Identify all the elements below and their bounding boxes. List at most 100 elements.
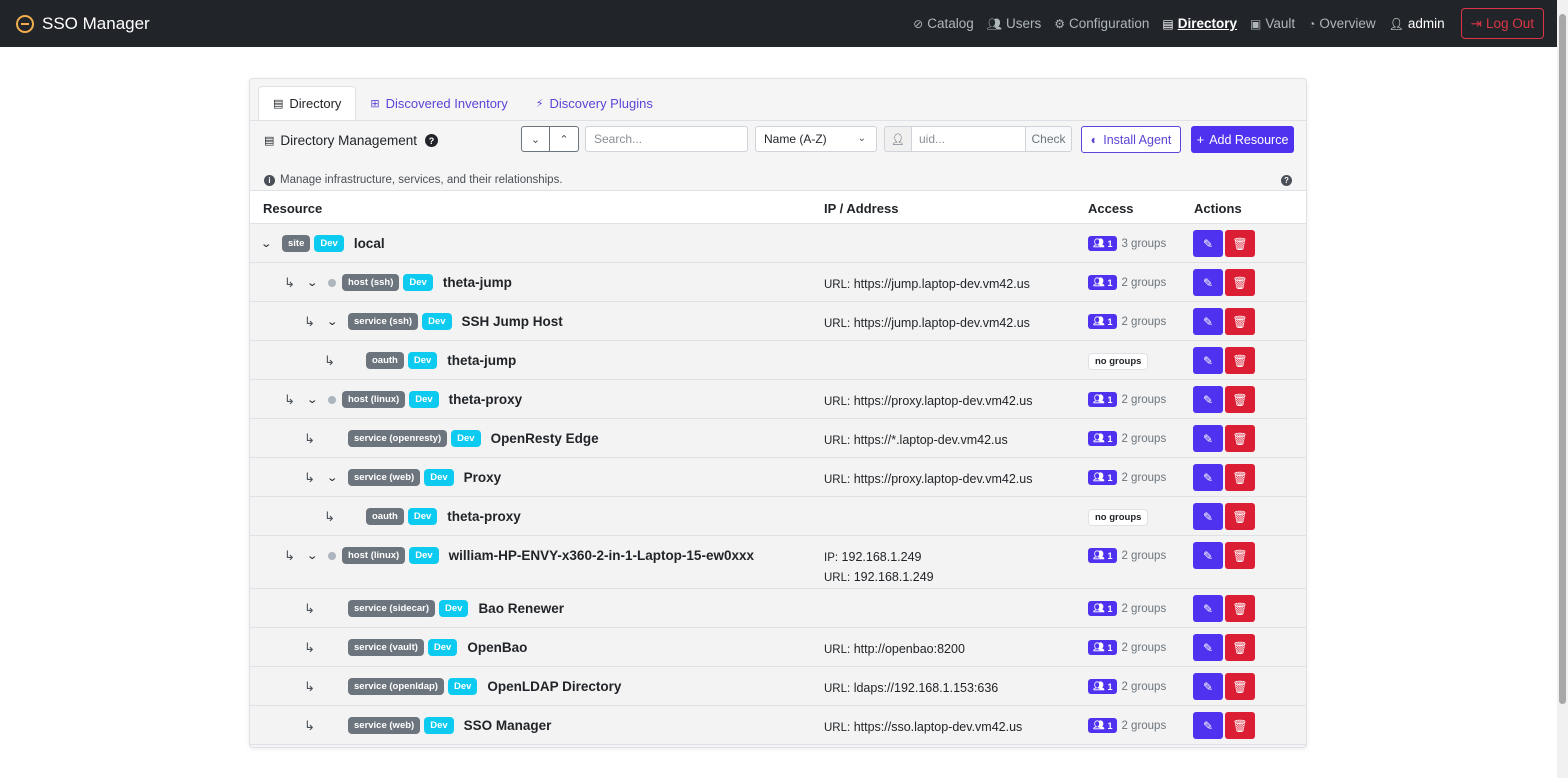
toolbar: ▤ Directory Management ? ⌄ ⌃ Search... N… (250, 121, 1306, 161)
gauge-icon: ◔ (1308, 16, 1316, 31)
delete-button[interactable]: 🗑︎ (1225, 425, 1255, 452)
env-badge: Dev (403, 274, 433, 291)
chevron-down-icon[interactable]: ⌄ (326, 471, 342, 484)
members-badge[interactable]: 👥︎ 1 (1088, 548, 1118, 563)
edit-button[interactable]: ✎ (1193, 230, 1223, 257)
actions-cell: ✎+🗑︎ (1193, 464, 1257, 491)
nav-link-overview[interactable]: ◔ Overview (1308, 16, 1376, 31)
nav-user[interactable]: 👤︎ admin (1389, 16, 1445, 31)
chevron-down-icon[interactable]: ⌄ (326, 315, 342, 328)
logout-button[interactable]: ⇥ Log Out (1460, 8, 1544, 39)
chevron-down-icon[interactable]: ⌄ (260, 237, 276, 250)
resource-name[interactable]: theta-jump (443, 275, 512, 290)
members-badge[interactable]: 👥︎ 1 (1088, 640, 1118, 655)
help-icon[interactable]: ? (424, 134, 438, 147)
help-icon[interactable]: ? (1281, 175, 1292, 186)
delete-button[interactable]: 🗑︎ (1225, 386, 1255, 413)
server-icon: ▤ (264, 135, 275, 147)
members-count: 1 (1107, 720, 1113, 731)
members-badge[interactable]: 👥︎ 1 (1088, 601, 1118, 616)
tab-discovery-plugins[interactable]: ⚡︎ Discovery Plugins (522, 86, 667, 120)
add-resource-button[interactable]: + Add Resource (1191, 126, 1294, 153)
sort-value: Name (A-Z) (764, 132, 827, 146)
chevron-down-icon[interactable]: ⌄ (306, 393, 322, 406)
actions-cell: ✎+🗑︎ (1193, 425, 1257, 452)
child-arrow-icon: ↳ (284, 391, 295, 407)
section-title: ▤ Directory Management ? (264, 133, 438, 148)
members-badge[interactable]: 👥︎ 1 (1088, 431, 1118, 446)
resource-name[interactable]: Bao Renewer (478, 601, 564, 616)
resource-name[interactable]: SSO Manager (464, 718, 552, 733)
edit-button[interactable]: ✎ (1193, 503, 1223, 530)
edit-button[interactable]: ✎ (1193, 542, 1223, 569)
table-row: ↳ service (openldap) Dev OpenLDAP Directory… (250, 667, 1306, 706)
members-badge[interactable]: 👥︎ 1 (1088, 236, 1118, 251)
chevron-down-icon[interactable]: ⌄ (306, 276, 322, 289)
edit-button[interactable]: ✎ (1193, 386, 1223, 413)
col-resource: Resource (263, 201, 323, 216)
nav-link-label: Configuration (1069, 16, 1150, 31)
sort-select[interactable]: Name (A-Z) ⌄ (755, 126, 877, 152)
edit-button[interactable]: ✎ (1193, 464, 1223, 491)
tab-label: Discovery Plugins (549, 95, 653, 111)
uid-input[interactable]: uid... (912, 126, 1026, 152)
nav-link-directory[interactable]: ▤ Directory (1162, 16, 1237, 31)
resource-name[interactable]: theta-proxy (449, 392, 523, 407)
edit-button[interactable]: ✎ (1193, 308, 1223, 335)
nav-link-catalog[interactable]: ⊘ Catalog (913, 16, 974, 31)
nav-link-configuration[interactable]: ⚙ Configuration (1054, 16, 1149, 31)
scroll-thumb[interactable] (1559, 14, 1566, 704)
delete-button[interactable]: 🗑︎ (1225, 503, 1255, 530)
type-badge: service (vault) (348, 639, 424, 656)
edit-button[interactable]: ✎ (1193, 634, 1223, 661)
members-badge[interactable]: 👥︎ 1 (1088, 275, 1118, 290)
install-agent-button[interactable]: ◐ Install Agent (1081, 126, 1181, 153)
members-badge[interactable]: 👥︎ 1 (1088, 314, 1118, 329)
delete-button[interactable]: 🗑︎ (1225, 230, 1255, 257)
search-input[interactable]: Search... (585, 126, 748, 152)
delete-button[interactable]: 🗑︎ (1225, 464, 1255, 491)
resource-name[interactable]: OpenResty Edge (491, 431, 599, 446)
edit-button[interactable]: ✎ (1193, 595, 1223, 622)
members-badge[interactable]: 👥︎ 1 (1088, 470, 1118, 485)
delete-button[interactable]: 🗑︎ (1225, 542, 1255, 569)
resource-name[interactable]: SSH Jump Host (462, 314, 563, 329)
delete-button[interactable]: 🗑︎ (1225, 673, 1255, 700)
delete-button[interactable]: 🗑︎ (1225, 269, 1255, 296)
groups-count: 2 groups (1121, 393, 1167, 406)
nav-link-vault[interactable]: ▣ Vault (1250, 16, 1295, 31)
chevron-down-icon[interactable]: ⌄ (306, 549, 322, 562)
resource-name[interactable]: OpenBao (467, 640, 527, 655)
groups-count: 2 groups (1121, 680, 1167, 693)
delete-button[interactable]: 🗑︎ (1225, 634, 1255, 661)
delete-button[interactable]: 🗑︎ (1225, 347, 1255, 374)
edit-button[interactable]: ✎ (1193, 269, 1223, 296)
tab-discovered-inventory[interactable]: ⊞ Discovered Inventory (356, 86, 521, 120)
address-value: http://openbao:8200 (853, 642, 965, 656)
members-badge[interactable]: 👥︎ 1 (1088, 679, 1118, 694)
resource-name[interactable]: OpenLDAP Directory (487, 679, 621, 694)
members-count: 1 (1107, 681, 1113, 692)
collapse-all-button[interactable]: ⌃ (550, 126, 579, 152)
brand[interactable]: SSO Manager (16, 14, 150, 34)
resource-name[interactable]: theta-proxy (447, 509, 521, 524)
resource-name[interactable]: local (354, 236, 385, 251)
tab-directory[interactable]: ▤ Directory (258, 86, 357, 120)
access-cell: 👥︎ 1 2 groups (1088, 314, 1166, 329)
delete-button[interactable]: 🗑︎ (1225, 595, 1255, 622)
delete-button[interactable]: 🗑︎ (1225, 712, 1255, 739)
resource-name[interactable]: theta-jump (447, 353, 516, 368)
nav-link-users[interactable]: 👥︎ Users (987, 16, 1042, 31)
edit-button[interactable]: ✎ (1193, 425, 1223, 452)
delete-button[interactable]: 🗑︎ (1225, 308, 1255, 335)
resource-name[interactable]: william-HP-ENVY-x360-2-in-1-Laptop-15-ew… (449, 548, 754, 563)
edit-button[interactable]: ✎ (1193, 712, 1223, 739)
edit-button[interactable]: ✎ (1193, 347, 1223, 374)
members-badge[interactable]: 👥︎ 1 (1088, 718, 1118, 733)
members-badge[interactable]: 👥︎ 1 (1088, 392, 1118, 407)
page-scrollbar[interactable] (1557, 0, 1568, 778)
edit-button[interactable]: ✎ (1193, 673, 1223, 700)
expand-all-button[interactable]: ⌄ (521, 126, 550, 152)
check-button[interactable]: Check (1026, 126, 1072, 152)
resource-name[interactable]: Proxy (464, 470, 502, 485)
